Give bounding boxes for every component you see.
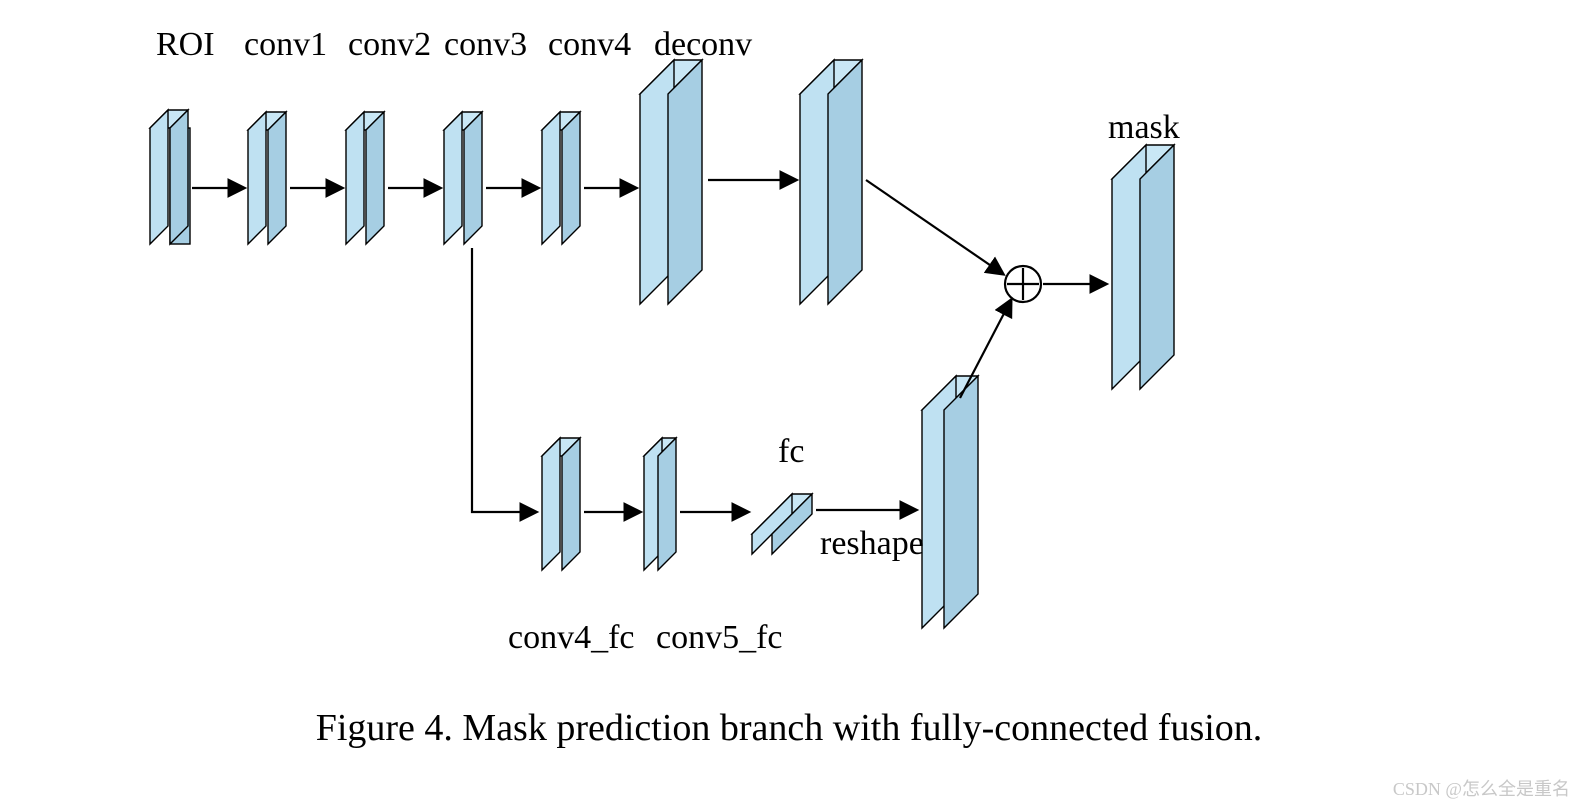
block-reshape [922, 376, 978, 628]
diagram-canvas: ROI conv1 conv2 conv3 conv4 deconv mask … [0, 0, 1578, 808]
arrow-conv3-conv4fc [472, 248, 536, 512]
watermark: CSDN @怎么全是重名 [1393, 779, 1570, 799]
block-conv1 [248, 112, 286, 244]
label-reshape: reshape [820, 525, 924, 562]
block-top-big2 [800, 60, 862, 304]
label-conv5fc: conv5_fc [656, 619, 783, 656]
arrow-big2-sum [866, 180, 1003, 274]
block-conv4 [542, 112, 580, 244]
block-fc [752, 494, 812, 554]
block-conv2 [346, 112, 384, 244]
label-conv2: conv2 [348, 26, 431, 63]
sum-node [1005, 266, 1041, 302]
block-conv3 [444, 112, 482, 244]
label-deconv: deconv [654, 26, 752, 63]
label-roi: ROI [156, 26, 215, 63]
block-deconv [640, 60, 702, 304]
label-conv3: conv3 [444, 26, 527, 63]
block-roi [150, 110, 190, 244]
label-conv4fc: conv4_fc [508, 619, 635, 656]
figure-caption: Figure 4. Mask prediction branch with fu… [316, 707, 1263, 749]
label-conv1: conv1 [244, 26, 327, 63]
label-conv4: conv4 [548, 26, 631, 63]
arrow-reshape-sum [960, 300, 1011, 398]
block-mask [1112, 145, 1174, 389]
block-conv5-fc [644, 438, 676, 570]
label-mask: mask [1108, 109, 1180, 146]
label-fc: fc [778, 433, 804, 470]
block-conv4-fc [542, 438, 580, 570]
